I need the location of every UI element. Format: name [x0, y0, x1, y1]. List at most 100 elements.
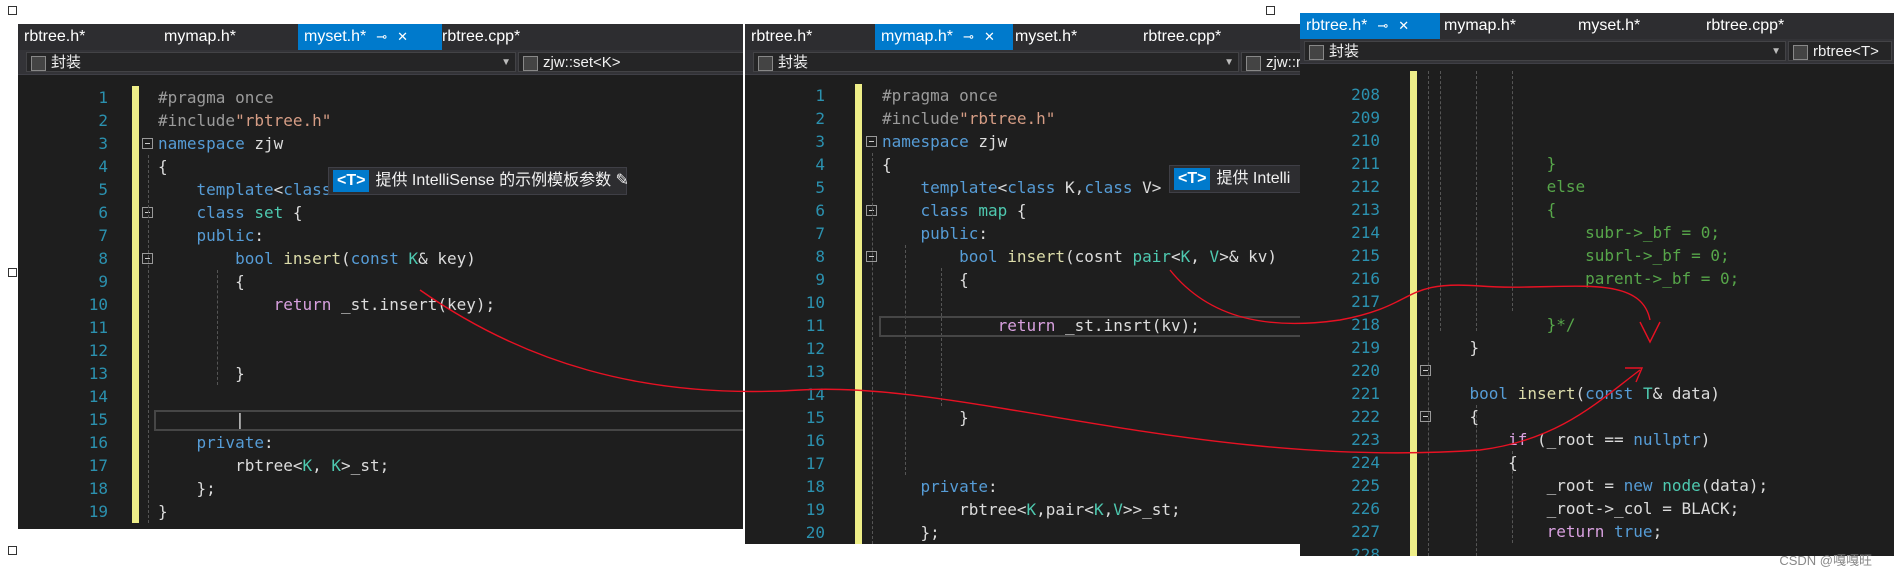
code-text: } else { subr->_bf = 0; subrl->_bf = 0; …: [1469, 154, 1769, 541]
pin-icon[interactable]: ⊸: [376, 24, 387, 50]
line-number: 228: [1351, 545, 1380, 556]
tab-label: rbtree.cpp*: [1143, 28, 1222, 45]
line-number: 17: [88, 456, 108, 475]
template-param-icon: <T>: [333, 170, 370, 192]
modified-lines-marker: [1410, 71, 1417, 556]
close-icon[interactable]: ✕: [1398, 13, 1409, 39]
line-number: 222: [1351, 407, 1380, 426]
editor-pane-rbtree: rbtree.h* ⊸ ✕ mymap.h* myset.h* rbtree.cpp…: [1300, 13, 1894, 556]
tab-label: rbtree.h*: [1306, 17, 1368, 34]
line-number: 221: [1351, 384, 1380, 403]
tab-myset-h[interactable]: myset.h*: [1572, 13, 1698, 39]
line-number: 211: [1351, 154, 1380, 173]
tab-myset-h[interactable]: myset.h* ⊸ ✕: [298, 24, 442, 50]
chevron-down-icon: ▼: [501, 57, 511, 68]
watermark: CSDN @嘎嘎旺: [1779, 553, 1872, 568]
line-number: 5: [98, 180, 108, 199]
tab-rbtree-cpp[interactable]: rbtree.cpp*: [1137, 24, 1283, 50]
line-number: 216: [1351, 269, 1380, 288]
modified-lines-marker: [855, 84, 862, 544]
member-label: zjw::r: [1266, 54, 1300, 71]
line-number: 20: [805, 523, 825, 542]
tab-bar: rbtree.h* mymap.h* ⊸ ✕ myset.h* rbtree.cpp…: [745, 24, 1300, 50]
scope-label: 封装: [1329, 43, 1360, 60]
template-hint-bar[interactable]: <T> 提供 Intelli: [1169, 165, 1300, 193]
navigation-bar: 封装 ▼ rbtree<T>: [1300, 39, 1894, 64]
line-number: 6: [815, 201, 825, 220]
tab-label: rbtree.cpp*: [1706, 17, 1785, 34]
fold-toggle[interactable]: [1420, 365, 1431, 376]
line-number: 2: [98, 111, 108, 130]
line-number: 224: [1351, 453, 1380, 472]
tab-label: myset.h*: [1578, 17, 1641, 34]
scope-dropdown[interactable]: 封装 ▼: [753, 52, 1239, 72]
navigation-bar: 封装 ▼ zjw::set<K>: [18, 50, 743, 75]
close-icon[interactable]: ✕: [984, 24, 995, 50]
selection-handle: [8, 268, 17, 277]
fold-toggle[interactable]: [866, 136, 877, 147]
tab-rbtree-cpp[interactable]: rbtree.cpp*: [436, 24, 582, 50]
line-number: 8: [98, 249, 108, 268]
line-number: 9: [98, 272, 108, 291]
edit-icon[interactable]: ✎: [611, 172, 629, 189]
line-number: 7: [815, 224, 825, 243]
pin-icon[interactable]: ⊸: [963, 24, 974, 50]
line-number: 8: [815, 247, 825, 266]
line-number: 10: [805, 293, 825, 312]
tab-rbtree-h[interactable]: rbtree.h*: [18, 24, 144, 50]
tab-mymap-h[interactable]: mymap.h*: [1438, 13, 1564, 39]
scope-label: 封装: [51, 54, 82, 71]
tab-rbtree-h[interactable]: rbtree.h* ⊸ ✕: [1300, 13, 1440, 39]
tab-myset-h[interactable]: myset.h*: [1009, 24, 1135, 50]
fold-toggle[interactable]: [142, 138, 153, 149]
close-icon[interactable]: ✕: [397, 24, 408, 50]
member-dropdown[interactable]: zjw::set<K>: [518, 52, 743, 72]
line-number: 16: [88, 433, 108, 452]
template-hint-bar[interactable]: <T> 提供 IntelliSense 的示例模板参数 ✎: [328, 167, 629, 195]
line-number: 215: [1351, 246, 1380, 265]
tab-mymap-h[interactable]: mymap.h* ⊸ ✕: [875, 24, 1013, 50]
scope-dropdown[interactable]: 封装 ▼: [26, 52, 516, 72]
line-number: 9: [815, 270, 825, 289]
code-editor[interactable]: 208 209 210 211 212 213 214 215 216 217 …: [1300, 71, 1894, 556]
modified-lines-marker: [132, 86, 139, 523]
tab-rbtree-cpp[interactable]: rbtree.cpp*: [1700, 13, 1856, 39]
line-number: 13: [805, 362, 825, 381]
scope-label: 封装: [778, 54, 809, 71]
tab-label: mymap.h*: [1444, 17, 1517, 34]
fold-toggle[interactable]: [1420, 411, 1431, 422]
selection-handle: [8, 546, 17, 555]
line-number: 208: [1351, 85, 1380, 104]
scope-dropdown[interactable]: 封装 ▼: [1304, 41, 1786, 61]
tab-label: myset.h*: [304, 28, 367, 45]
tab-bar: rbtree.h* mymap.h* myset.h* ⊸ ✕ rbtree.cpp…: [18, 24, 743, 50]
code-editor[interactable]: 1 2 3 4 5 6 7 8 9 10 11 12 13 14 15 16 1…: [745, 84, 1300, 544]
line-number: 19: [88, 502, 108, 521]
code-editor[interactable]: 1 2 3 4 5 6 7 8 9 10 11 12 13 14 15 16 1…: [18, 86, 743, 529]
pin-icon[interactable]: ⊸: [1377, 13, 1388, 39]
line-number-gutter: 1 2 3 4 5 6 7 8 9 10 11 12 13 14 15 16 1…: [18, 86, 108, 529]
line-number: 213: [1351, 200, 1380, 219]
line-number: 13: [88, 364, 108, 383]
member-dropdown[interactable]: zjw::r: [1241, 52, 1300, 72]
tab-mymap-h[interactable]: mymap.h*: [158, 24, 264, 50]
tab-label: rbtree.cpp*: [442, 28, 521, 45]
tab-rbtree-h[interactable]: rbtree.h*: [745, 24, 871, 50]
tab-bar: rbtree.h* ⊸ ✕ mymap.h* myset.h* rbtree.cpp…: [1300, 13, 1894, 39]
selection-handle: [1266, 6, 1275, 15]
line-number: 16: [805, 431, 825, 450]
chevron-down-icon: ▼: [1224, 57, 1234, 68]
indent-guide: [872, 153, 873, 544]
line-number: 15: [88, 410, 108, 429]
line-number: 17: [805, 454, 825, 473]
line-number-gutter: 1 2 3 4 5 6 7 8 9 10 11 12 13 14 15 16 1…: [745, 84, 825, 544]
line-number: 4: [98, 157, 108, 176]
tab-label: myset.h*: [1015, 28, 1078, 45]
line-number: 12: [88, 341, 108, 360]
line-number: 6: [98, 203, 108, 222]
line-number: 10: [88, 295, 108, 314]
line-number: 19: [805, 500, 825, 519]
line-number: 11: [88, 318, 108, 337]
line-number: 2: [815, 109, 825, 128]
member-dropdown[interactable]: rbtree<T>: [1788, 41, 1892, 61]
